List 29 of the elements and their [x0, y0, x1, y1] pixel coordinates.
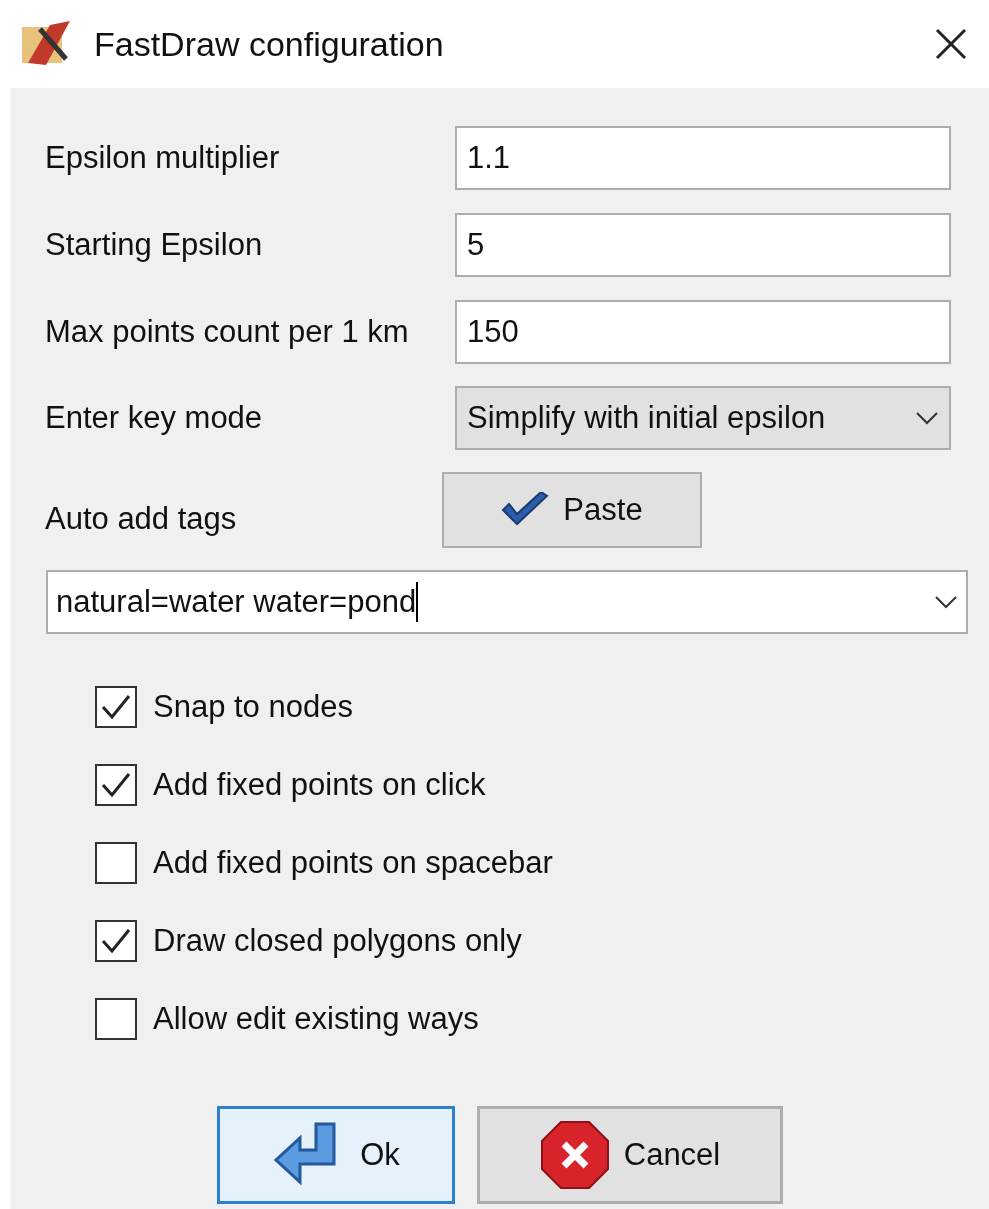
field-label: Epsilon multiplier	[44, 138, 281, 177]
close-icon[interactable]	[933, 26, 969, 62]
window-title: FastDraw configuration	[94, 23, 444, 65]
cancel-button[interactable]: Cancel	[477, 1106, 783, 1204]
checkbox[interactable]	[95, 764, 137, 806]
checkbox-label: Draw closed polygons only	[153, 921, 522, 960]
checkbox[interactable]	[95, 686, 137, 728]
checkbox-label: Add fixed points on click	[153, 765, 486, 804]
ok-button[interactable]: Ok	[217, 1106, 455, 1204]
input-field[interactable]: 150	[455, 300, 951, 364]
checkbox[interactable]	[95, 920, 137, 962]
input-field[interactable]: 1.1	[455, 126, 951, 190]
chevron-down-icon	[915, 411, 939, 425]
checkbox-label: Allow edit existing ways	[153, 999, 479, 1038]
tags-combobox[interactable]: natural=water water=pond	[46, 570, 968, 634]
field-label: Auto add tags	[44, 499, 238, 538]
checkmark-icon	[501, 492, 550, 528]
checkbox-label: Add fixed points on spacebar	[153, 843, 553, 882]
dropdown[interactable]: Simplify with initial epsilon	[455, 386, 951, 450]
stop-sign-icon	[539, 1120, 610, 1190]
checkbox[interactable]	[95, 998, 137, 1040]
chevron-down-icon	[934, 595, 958, 609]
field-label: Enter key mode	[44, 398, 264, 437]
paste-button[interactable]: Paste	[442, 472, 702, 548]
field-label: Starting Epsilon	[44, 225, 264, 264]
checkbox-label: Snap to nodes	[153, 687, 353, 726]
input-field[interactable]: 5	[455, 213, 951, 277]
field-label: Max points count per 1 km	[44, 312, 410, 351]
checkbox[interactable]	[95, 842, 137, 884]
